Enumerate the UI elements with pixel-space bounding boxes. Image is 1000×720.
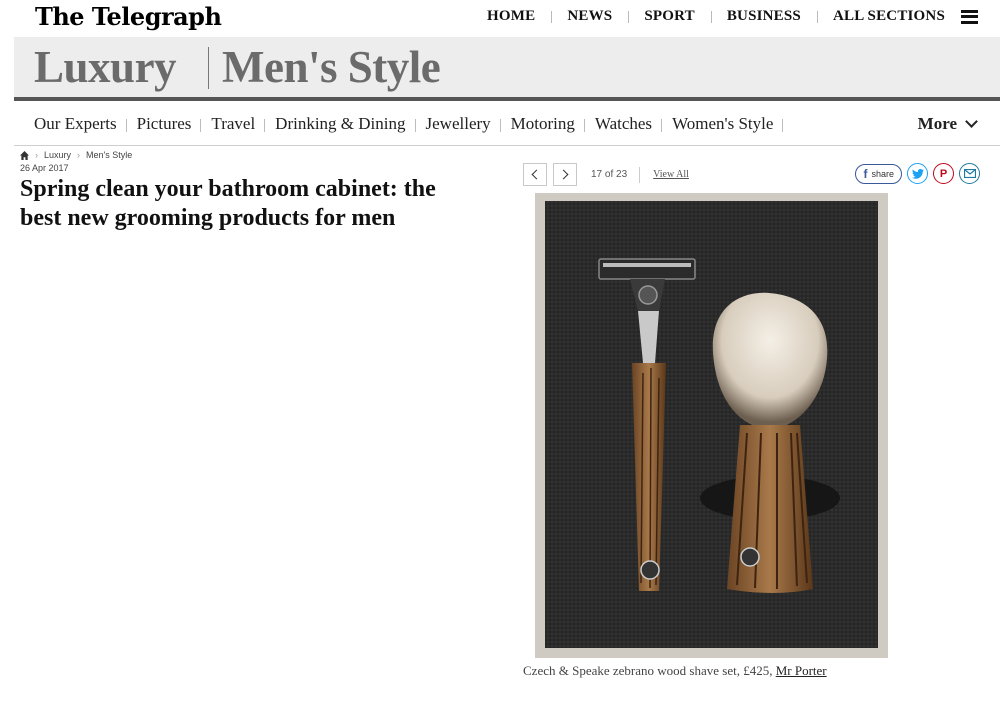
share-bar: f share P <box>855 163 980 184</box>
subnav-motoring[interactable]: Motoring <box>501 114 586 134</box>
email-share-button[interactable] <box>959 163 980 184</box>
pinterest-share-button[interactable]: P <box>933 163 954 184</box>
caption-text: Czech & Speake zebrano wood shave set, £… <box>523 663 776 678</box>
section-banner: Luxury Men's Style <box>14 37 1000 101</box>
home-icon[interactable] <box>20 150 29 160</box>
breadcrumb-separator: › <box>35 150 38 160</box>
twitter-share-button[interactable] <box>907 163 928 184</box>
main-nav: HOME NEWS SPORT BUSINESS ALL SECTIONS <box>471 8 978 25</box>
section-luxury-link[interactable]: Luxury <box>34 41 177 93</box>
twitter-icon <box>911 168 924 179</box>
more-menu-button[interactable]: More <box>917 114 978 134</box>
image-caption: Czech & Speake zebrano wood shave set, £… <box>523 662 853 680</box>
breadcrumb-separator: › <box>77 150 81 160</box>
gallery-image[interactable] <box>535 193 888 658</box>
top-header: The Telegraph HOME NEWS SPORT BUSINESS A… <box>0 0 1000 36</box>
subnav-drinking-dining[interactable]: Drinking & Dining <box>265 114 416 134</box>
chevron-left-icon <box>531 169 542 180</box>
email-icon <box>963 169 976 178</box>
chevron-right-icon <box>558 169 569 180</box>
article-date: 26 Apr 2017 <box>20 163 69 173</box>
nav-all-sections[interactable]: ALL SECTIONS <box>816 8 961 25</box>
article-headline: Spring clean your bathroom cabinet: the … <box>20 176 436 231</box>
subnav-jewellery[interactable]: Jewellery <box>416 114 501 134</box>
section-mens-style-link[interactable]: Men's Style <box>222 41 441 93</box>
subnav-pictures[interactable]: Pictures <box>127 114 202 134</box>
banner-divider <box>208 47 209 89</box>
gallery-next-button[interactable] <box>553 163 577 186</box>
caption-retailer-link[interactable]: Mr Porter <box>776 663 827 678</box>
sub-nav-links: Our Experts Pictures Travel Drinking & D… <box>34 114 784 134</box>
subnav-travel[interactable]: Travel <box>201 114 265 134</box>
nav-sport[interactable]: SPORT <box>628 8 710 25</box>
share-label: share <box>871 168 894 179</box>
more-label: More <box>917 114 957 133</box>
subnav-our-experts[interactable]: Our Experts <box>34 114 127 134</box>
gallery-counter: 17 of 23 <box>591 166 641 183</box>
nav-home[interactable]: HOME <box>471 8 551 25</box>
nav-business[interactable]: BUSINESS <box>710 8 817 25</box>
subnav-watches[interactable]: Watches <box>585 114 663 134</box>
gallery-prev-button[interactable] <box>523 163 547 186</box>
facebook-icon: f <box>863 166 868 181</box>
chevron-down-icon <box>965 115 978 128</box>
facebook-share-button[interactable]: f share <box>855 163 902 184</box>
gallery-controls: 17 of 23 View All <box>523 163 689 186</box>
breadcrumb-mens-style[interactable]: Men's Style <box>86 150 132 160</box>
sub-nav: Our Experts Pictures Travel Drinking & D… <box>14 104 1000 146</box>
view-all-link[interactable]: View All <box>653 169 689 180</box>
breadcrumb-luxury[interactable]: Luxury <box>44 150 71 160</box>
subnav-womens-style[interactable]: Women's Style <box>662 114 784 134</box>
pinterest-icon: P <box>939 167 948 180</box>
site-logo[interactable]: The Telegraph <box>35 2 222 31</box>
breadcrumb: › Luxury › Men's Style <box>20 150 132 160</box>
nav-news[interactable]: NEWS <box>551 8 628 25</box>
menu-icon[interactable] <box>961 9 978 24</box>
